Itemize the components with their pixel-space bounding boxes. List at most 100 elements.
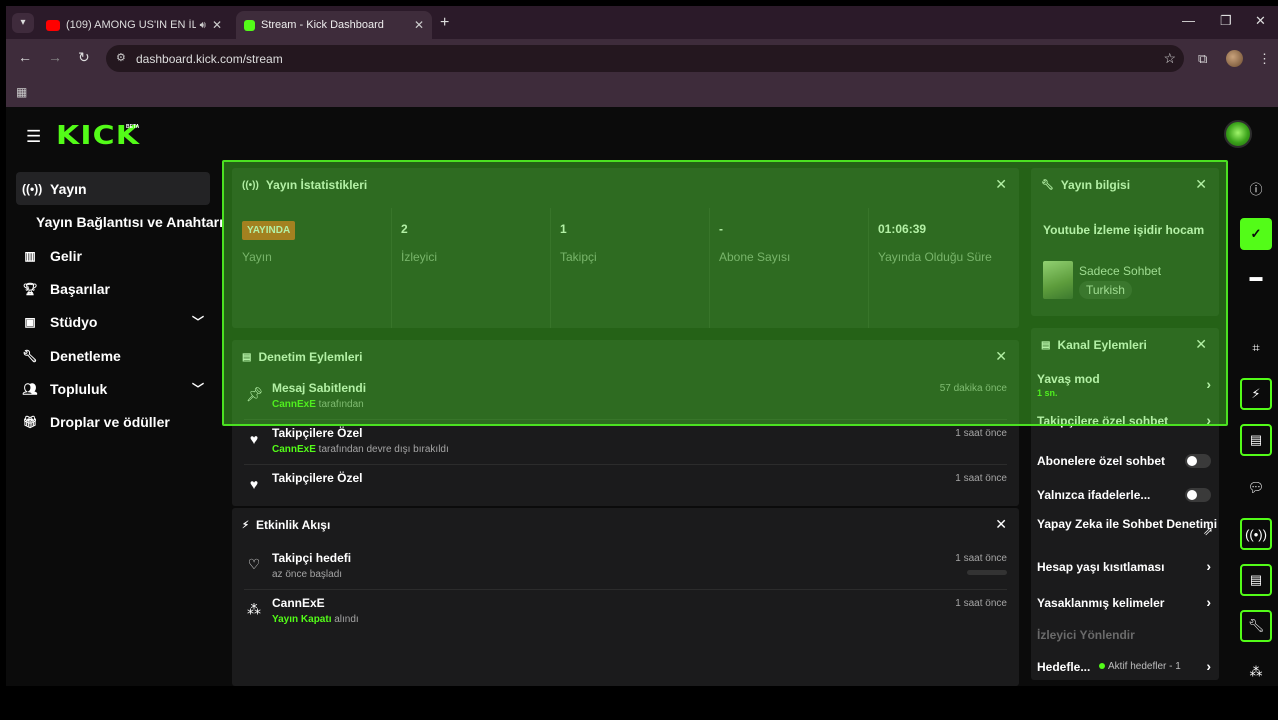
- tab-youtube[interactable]: (109) AMONG US'IN EN İLGİ 🔊︎ ✕: [38, 11, 230, 39]
- bookmark-star-icon[interactable]: ☆: [1163, 50, 1176, 67]
- log-title: Mesaj Sabitlendi: [272, 381, 367, 395]
- account-age-row[interactable]: Hesap yaşı kısıtlaması ›: [1037, 550, 1213, 586]
- chevron-down-icon[interactable]: ﹀: [192, 380, 204, 397]
- ai-moderation-row[interactable]: Yapay Zeka ile Sohbet Denetimi ⇗: [1037, 514, 1217, 550]
- close-tab-icon[interactable]: ✕: [414, 18, 424, 32]
- close-window-button[interactable]: ✕: [1255, 13, 1266, 29]
- back-button[interactable]: ←: [18, 49, 32, 65]
- hamburger-menu-icon[interactable]: ☰: [26, 127, 41, 147]
- sidebar-item-basarilar[interactable]: 🏆︎ Başarılar: [16, 272, 210, 305]
- stream-title[interactable]: Youtube İzleme işidir hocam: [1043, 222, 1213, 239]
- new-tab-button[interactable]: +: [440, 14, 449, 32]
- forward-button[interactable]: →: [48, 49, 62, 65]
- activity-title: Takipçi hedefi: [272, 551, 352, 565]
- viewer-redirect-row[interactable]: İzleyici Yönlendir: [1037, 618, 1213, 654]
- close-icon[interactable]: ✕: [995, 348, 1007, 365]
- wrench-icon: 🔧︎: [1041, 179, 1054, 191]
- layout-icon[interactable]: ▬: [1240, 260, 1272, 292]
- username-link[interactable]: CannExE: [272, 399, 316, 410]
- followers-only-row[interactable]: Takipçilere özel sohbet ›: [1037, 408, 1213, 444]
- browser-toolbar: ← → ↻ ⚙ dashboard.kick.com/stream ☆ ⧉ ⋮: [6, 39, 1278, 77]
- emotes-only-row: Yalnızca ifadelerle...: [1037, 478, 1213, 514]
- reload-button[interactable]: ↻: [78, 49, 90, 66]
- close-icon[interactable]: ✕: [995, 176, 1007, 193]
- subscribers-only-toggle[interactable]: [1185, 454, 1211, 468]
- sidebar-item-yayin[interactable]: ((•)) Yayın: [16, 172, 210, 205]
- chevron-right-icon[interactable]: ›: [1206, 376, 1211, 392]
- sidebar-item-denetleme[interactable]: 🔧︎ Denetleme: [16, 339, 210, 372]
- check-icon[interactable]: ✓: [1240, 218, 1272, 250]
- emotes-only-toggle[interactable]: [1185, 488, 1211, 502]
- row-sublabel: 1 sn.: [1037, 388, 1058, 398]
- list-item: 📌︎ Mesaj Sabitlendi CannExE tarafından 5…: [244, 376, 1007, 420]
- user-avatar[interactable]: [1224, 120, 1252, 148]
- close-icon[interactable]: ✕: [995, 516, 1007, 533]
- notes-icon[interactable]: ▤: [1240, 424, 1272, 456]
- chat-icon[interactable]: 💬︎: [1240, 472, 1272, 504]
- stat-label: Abone Sayısı: [719, 250, 791, 264]
- apps-grid-icon[interactable]: ▦: [16, 85, 27, 99]
- channel-icon[interactable]: ▤: [1240, 564, 1272, 596]
- profile-avatar[interactable]: [1226, 50, 1243, 67]
- url-text[interactable]: dashboard.kick.com/stream: [136, 52, 283, 66]
- goals-row[interactable]: Hedefle... Aktif hedefler - 1 ›: [1037, 650, 1213, 686]
- points-icon[interactable]: ⁂: [1240, 656, 1272, 686]
- sidebar-item-label: Başarılar: [50, 280, 110, 297]
- stat-label: Takipçi: [560, 250, 597, 264]
- address-bar[interactable]: ⚙ dashboard.kick.com/stream ☆: [106, 45, 1184, 72]
- activity-detail: Yayın Kapatı alındı: [272, 614, 359, 625]
- chevron-right-icon[interactable]: ›: [1206, 658, 1211, 674]
- chevron-right-icon[interactable]: ›: [1206, 412, 1211, 428]
- broadcast-icon[interactable]: ((•)): [1240, 518, 1272, 550]
- banned-words-row[interactable]: Yasaklanmış kelimeler ›: [1037, 586, 1213, 622]
- panel-header: ((•)) Yayın İstatistikleri: [242, 178, 367, 192]
- extensions-icon[interactable]: ⧉: [1198, 51, 1207, 67]
- sidebar-item-studyo[interactable]: ▣ Stüdyo ﹀: [16, 305, 210, 338]
- chevron-right-icon[interactable]: ›: [1206, 594, 1211, 610]
- panel-header: ⚡︎ Etkinlik Akışı: [242, 518, 330, 532]
- beta-label: BETA: [126, 124, 140, 130]
- log-icon: ▤: [242, 351, 252, 363]
- log-time: 1 saat önce: [955, 428, 1007, 439]
- youtube-favicon-icon: [46, 19, 60, 31]
- tab-kick-dashboard[interactable]: Stream - Kick Dashboard ✕: [236, 11, 432, 39]
- info-icon[interactable]: ⓘ: [1240, 172, 1272, 204]
- subscribers-only-row: Abonelere özel sohbet: [1037, 444, 1213, 480]
- kick-header: ☰ KICK BETA: [6, 107, 1278, 162]
- chevron-down-icon[interactable]: ﹀: [192, 313, 204, 330]
- speaker-icon[interactable]: 🔊︎: [200, 20, 206, 31]
- username-link[interactable]: CannExE: [272, 444, 316, 455]
- panel-header: 🔧︎ Yayın bilgisi: [1041, 178, 1130, 192]
- panel-title: Etkinlik Akışı: [256, 518, 331, 532]
- category-thumbnail: [1043, 261, 1073, 299]
- lightning-icon[interactable]: ⚡︎: [1240, 378, 1272, 410]
- close-icon[interactable]: ✕: [1195, 176, 1207, 193]
- broadcast-icon: ((•)): [22, 181, 43, 196]
- close-icon[interactable]: ✕: [1195, 336, 1207, 353]
- sidebar-item-topluluk[interactable]: 👥︎ Topluluk ﹀: [16, 372, 210, 405]
- tab-strip: ▾ (109) AMONG US'IN EN İLGİ 🔊︎ ✕ Stream …: [6, 6, 1278, 39]
- sidebar-item-gelir[interactable]: ▥ Gelir: [16, 239, 210, 272]
- focus-icon[interactable]: ⌗: [1240, 332, 1272, 364]
- stat-value: 01:06:39: [878, 222, 927, 236]
- sidebar-item-stream-key[interactable]: Yayın Bağlantısı ve Anahtarı: [36, 214, 223, 230]
- maximize-button[interactable]: ❐: [1220, 13, 1232, 29]
- chevron-right-icon[interactable]: ›: [1206, 558, 1211, 574]
- trophy-icon: 🏆︎: [22, 281, 38, 296]
- stat-subscribers: - Abone Sayısı: [709, 208, 868, 328]
- stat-status: YAYINDA Yayın: [232, 208, 391, 328]
- panel-header: ▤ Kanal Eylemleri: [1041, 338, 1147, 352]
- list-item: ♥ Takipçilere Özel 1 saat önce: [244, 466, 1007, 510]
- menu-kebab-icon[interactable]: ⋮: [1258, 51, 1271, 67]
- site-info-icon[interactable]: ⚙: [116, 51, 126, 64]
- sidebar-item-droplar[interactable]: 🎁︎ Droplar ve ödüller: [16, 405, 210, 438]
- moderation-actions-panel: ▤ Denetim Eylemleri ✕ 📌︎ Mesaj Sabitlend…: [232, 340, 1019, 506]
- minimize-button[interactable]: —: [1182, 13, 1195, 28]
- gift-icon: 🎁︎: [22, 414, 38, 429]
- wrench-icon[interactable]: 🔧︎: [1240, 610, 1272, 642]
- close-tab-icon[interactable]: ✕: [212, 18, 222, 32]
- community-icon: 👥︎: [22, 381, 38, 396]
- slow-mode-row[interactable]: Yavaş mod 1 sn. ›: [1037, 368, 1213, 404]
- external-chart-icon[interactable]: ⇗: [1203, 524, 1213, 538]
- tab-search-dropdown[interactable]: ▾: [12, 13, 34, 33]
